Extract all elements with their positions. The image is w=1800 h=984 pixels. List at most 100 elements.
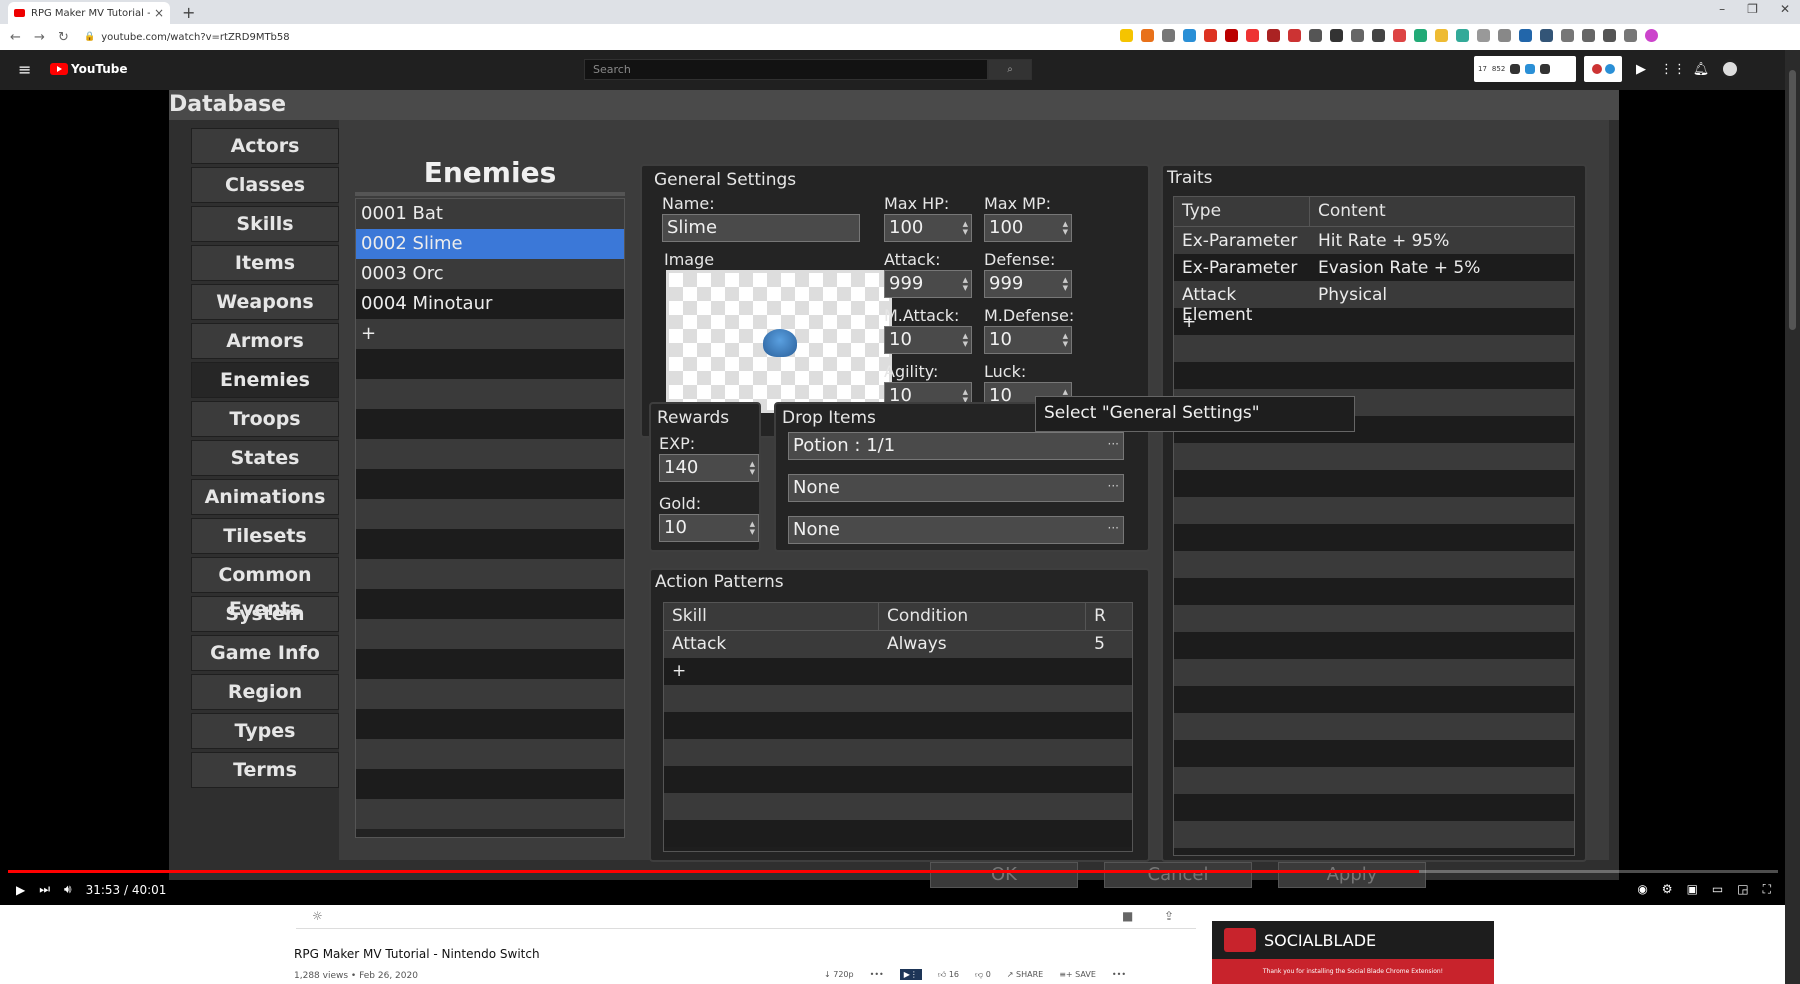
volume-icon[interactable]: 🔊︎ — [64, 882, 72, 897]
playlist-icon[interactable]: ▶⋮ — [899, 969, 922, 980]
extension-icon[interactable] — [1267, 29, 1280, 42]
add-icon[interactable]: + — [1174, 308, 1204, 335]
puzzle-icon[interactable] — [1603, 29, 1616, 42]
page-scrollbar[interactable] — [1785, 50, 1800, 984]
share-out-icon[interactable]: ⇪ — [1164, 909, 1174, 923]
star-icon[interactable] — [1120, 29, 1133, 42]
menu-item-tilesets[interactable]: Tilesets — [191, 518, 339, 554]
extension-icon[interactable] — [1414, 29, 1427, 42]
action-patterns-table[interactable]: Skill Condition R Attack Always 5 + — [663, 602, 1133, 852]
table-row[interactable]: Attack Always 5 — [664, 631, 1132, 658]
extension-icon[interactable] — [1330, 29, 1343, 42]
new-tab-icon[interactable]: + — [182, 3, 195, 22]
max-hp-field[interactable]: 100 ▲ ▼ — [884, 214, 972, 242]
like-button[interactable]: 👍︎ 16 — [938, 970, 959, 980]
settings-icon[interactable]: ⚙ — [1662, 882, 1673, 897]
more-icon[interactable]: ··· — [1108, 521, 1119, 535]
menu-item-actors[interactable]: Actors — [191, 128, 339, 164]
list-item[interactable]: 0004 Minotaur — [356, 289, 624, 319]
drop-item-2[interactable]: None ··· — [788, 474, 1124, 502]
enemy-image[interactable] — [666, 270, 892, 413]
brightness-icon[interactable]: ☼ — [312, 909, 323, 923]
menu-item-weapons[interactable]: Weapons — [191, 284, 339, 320]
menu-item-system[interactable]: System — [191, 596, 339, 632]
m-attack-field[interactable]: 10 ▲ ▼ — [884, 326, 972, 354]
more-icon[interactable]: ••• — [870, 970, 884, 979]
share-button[interactable]: ↗ SHARE — [1007, 970, 1043, 979]
menu-icon[interactable]: ≡ — [18, 60, 31, 79]
menu-item-animations[interactable]: Animations — [191, 479, 339, 515]
socialblade-widget[interactable]: 17 852 — [1474, 56, 1576, 82]
extension-icon[interactable] — [1246, 29, 1259, 42]
extension-icon[interactable] — [1141, 29, 1154, 42]
extension-icon[interactable] — [1540, 29, 1553, 42]
minimize-icon[interactable]: – — [1719, 2, 1725, 16]
more-actions-icon[interactable]: ••• — [1112, 970, 1126, 979]
spinner-icon[interactable]: ▲▼ — [1063, 332, 1068, 348]
progress-bar[interactable] — [8, 870, 1778, 873]
video-camera-icon[interactable]: ■ — [1122, 909, 1133, 923]
spinner-icon[interactable]: ▲▼ — [963, 276, 968, 292]
table-row[interactable]: Ex-Parameter Hit Rate + 95% — [1174, 227, 1574, 254]
list-item[interactable]: 0003 Orc — [356, 259, 624, 289]
menu-item-states[interactable]: States — [191, 440, 339, 476]
drop-item-1[interactable]: Potion : 1/1 ··· — [788, 432, 1124, 460]
gold-field[interactable]: 10 ▲ ▼ — [659, 514, 759, 542]
search-button[interactable]: ⌕ — [988, 59, 1032, 80]
menu-item-enemies[interactable]: Enemies — [191, 362, 339, 398]
m-defense-field[interactable]: 10 ▲ ▼ — [984, 326, 1072, 354]
menu-item-terms[interactable]: Terms — [191, 752, 339, 788]
exp-field[interactable]: 140 ▲ ▼ — [659, 454, 759, 482]
address-bar[interactable]: 🔒 youtube.com/watch?v=rtZRD9MTb58 — [84, 27, 1124, 47]
scrollbar-thumb[interactable] — [1789, 70, 1796, 330]
miniplayer-icon[interactable]: ▣ — [1687, 882, 1698, 897]
camera-icon[interactable]: ◉ — [1637, 882, 1647, 897]
extension-icon[interactable] — [1162, 29, 1175, 42]
list-item[interactable]: 0001 Bat — [356, 199, 624, 229]
extension-icon[interactable] — [1204, 29, 1217, 42]
menu-item-region[interactable]: Region — [191, 674, 339, 710]
more-icon[interactable]: ··· — [1108, 479, 1119, 493]
traits-table[interactable]: Type Content Ex-Parameter Hit Rate + 95% E… — [1173, 196, 1575, 856]
menu-item-common-events[interactable]: Common Events — [191, 557, 339, 620]
search-input[interactable]: Search — [584, 59, 988, 80]
extension-icon[interactable] — [1225, 29, 1238, 42]
defense-field[interactable]: 999 ▲ ▼ — [984, 270, 1072, 298]
more-icon[interactable]: ··· — [1108, 437, 1119, 451]
menu-item-items[interactable]: Items — [191, 245, 339, 281]
create-video-icon[interactable]: ▶ — [1630, 62, 1652, 77]
table-row[interactable]: Ex-Parameter Evasion Rate + 5% — [1174, 254, 1574, 281]
extension-icon[interactable] — [1372, 29, 1385, 42]
name-field[interactable]: Slime — [662, 214, 860, 242]
browser-tab[interactable]: RPG Maker MV Tutorial - Ni × — [8, 2, 170, 24]
menu-item-types[interactable]: Types — [191, 713, 339, 749]
reading-list-icon[interactable] — [1624, 29, 1637, 42]
extension-icon[interactable] — [1288, 29, 1301, 42]
play-icon[interactable]: ▶ — [16, 883, 25, 897]
apps-grid-icon[interactable]: ⋮⋮ — [1660, 62, 1686, 77]
close-tab-icon[interactable]: × — [154, 6, 164, 20]
menu-item-troops[interactable]: Troops — [191, 401, 339, 437]
spinner-icon[interactable]: ▲▼ — [963, 332, 968, 348]
socialblade-banner[interactable]: SOCIALBLADE Thank you for installing the… — [1212, 921, 1494, 984]
restore-icon[interactable]: ❐ — [1747, 2, 1758, 16]
extension-icon[interactable] — [1498, 29, 1511, 42]
menu-item-armors[interactable]: Armors — [191, 323, 339, 359]
menu-item-game-info[interactable]: Game Info — [191, 635, 339, 671]
add-row[interactable]: + — [664, 658, 1132, 685]
close-window-icon[interactable]: ✕ — [1780, 2, 1790, 16]
extension-icon[interactable] — [1393, 29, 1406, 42]
extension-icon[interactable] — [1519, 29, 1532, 42]
add-enemy-icon[interactable]: + — [356, 319, 624, 349]
menu-item-classes[interactable]: Classes — [191, 167, 339, 203]
profile-icon[interactable] — [1645, 29, 1658, 42]
drop-item-3[interactable]: None ··· — [788, 516, 1124, 544]
spinner-icon[interactable]: ▲▼ — [1063, 276, 1068, 292]
back-icon[interactable]: ← — [10, 30, 24, 45]
spinner-icon[interactable]: ▲▼ — [1063, 220, 1068, 236]
youtube-logo[interactable]: YouTube — [50, 62, 128, 76]
notifications-bell-icon[interactable]: 🔔︎ — [1690, 62, 1712, 77]
extension-icon[interactable] — [1456, 29, 1469, 42]
add-icon[interactable]: + — [664, 658, 694, 685]
attack-field[interactable]: 999 ▲ ▼ — [884, 270, 972, 298]
